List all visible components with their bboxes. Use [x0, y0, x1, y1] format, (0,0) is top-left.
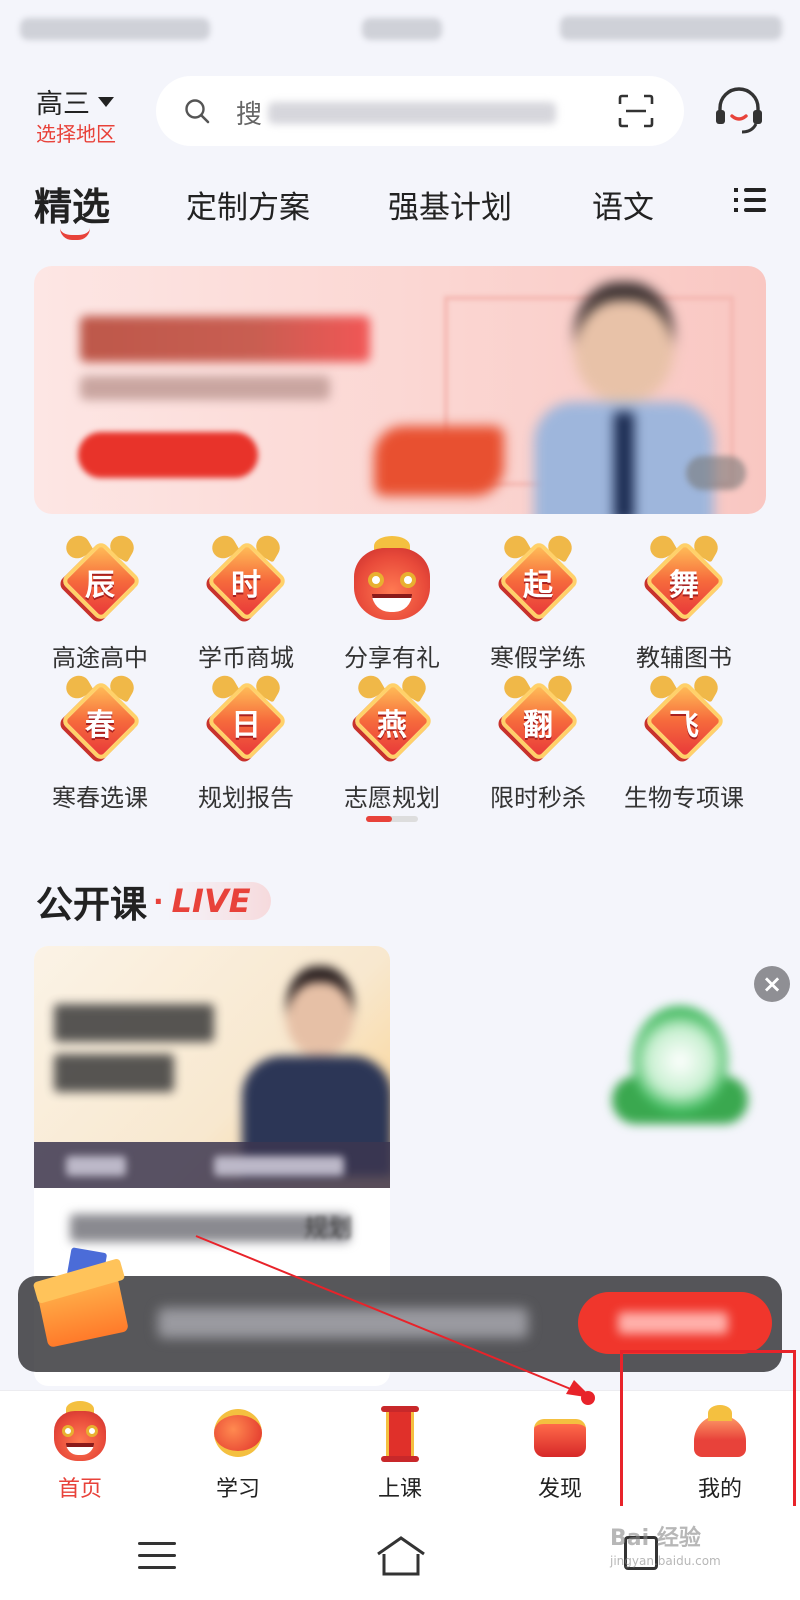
open-class-heading: 公开课 · LIVE — [36, 874, 271, 928]
nav-study[interactable]: 学习 — [178, 1401, 298, 1503]
dragon-diamond-icon: 舞 — [636, 531, 732, 632]
promo-banner[interactable] — [34, 266, 766, 514]
caret-down-icon — [98, 96, 114, 107]
close-float-button[interactable]: × — [754, 966, 790, 1002]
menu-list-icon — [734, 188, 766, 218]
nav-class[interactable]: 上课 — [340, 1401, 460, 1503]
home-icon[interactable] — [374, 1534, 428, 1578]
search-icon — [185, 99, 210, 124]
banner-subtitle-redacted — [80, 376, 330, 400]
course-title-tail: 规划 — [304, 1214, 352, 1242]
scan-icon[interactable] — [618, 94, 654, 128]
annotation-highlight-box — [620, 1350, 796, 1526]
course-thumbnail — [34, 946, 390, 1188]
customer-service-icon[interactable] — [712, 84, 766, 138]
region-selector[interactable]: 选择地区 — [36, 118, 116, 147]
dragon-diamond-icon: 日 — [198, 671, 294, 772]
tab-strong-base[interactable]: 强基计划 — [388, 182, 512, 227]
status-icons — [560, 16, 782, 40]
graduation-cap-image — [374, 426, 504, 496]
recent-apps-icon[interactable] — [138, 1542, 176, 1578]
banner-title-redacted — [80, 316, 370, 362]
nav-discover[interactable]: 发现 — [500, 1401, 620, 1503]
banner-page-indicator — [686, 456, 746, 490]
tab-featured[interactable]: 精选 — [34, 176, 110, 231]
grid-item-gaotu-highschool[interactable]: 辰 高途高中 — [30, 531, 170, 673]
dragon-diamond-icon: 春 — [52, 671, 148, 772]
search-placeholder: 搜 — [236, 94, 557, 131]
dragon-diamond-icon: 起 — [490, 531, 586, 632]
floating-activity-badge[interactable] — [612, 1006, 748, 1136]
grid-item-winter-practice[interactable]: 起 寒假学练 — [468, 531, 608, 673]
drum-icon — [528, 1401, 592, 1465]
grid-item-biology-course[interactable]: 飞 生物专项课 — [614, 671, 754, 813]
lantern-icon — [206, 1401, 270, 1465]
grid-item-books[interactable]: 舞 教辅图书 — [614, 531, 754, 673]
dragon-diamond-icon: 燕 — [344, 671, 440, 772]
promo-action-button[interactable] — [578, 1292, 772, 1354]
grade-selector[interactable]: 高三 — [36, 82, 114, 121]
grid-page-indicator — [366, 816, 418, 822]
more-tabs-button[interactable] — [720, 178, 780, 222]
course-meta-strip — [34, 1142, 390, 1188]
grid-item-coin-mall[interactable]: 时 学币商城 — [176, 531, 316, 673]
carrier-info — [20, 18, 210, 40]
live-badge: LIVE — [167, 882, 271, 920]
grid-item-plan-report[interactable]: 日 规划报告 — [176, 671, 316, 813]
dragon-diamond-icon: 翻 — [490, 671, 586, 772]
banner-cta-button[interactable] — [78, 432, 258, 478]
grid-item-volunteer-plan[interactable]: 燕 志愿规划 — [322, 671, 462, 813]
promo-text-redacted — [158, 1308, 528, 1338]
search-bar[interactable]: 搜 — [156, 76, 684, 146]
scroll-icon — [368, 1401, 432, 1465]
clock — [362, 18, 442, 40]
active-tab-indicator — [60, 228, 90, 240]
dragon-home-icon — [48, 1401, 112, 1465]
gift-box-icon — [28, 1247, 132, 1348]
dragon-diamond-icon: 时 — [198, 531, 294, 632]
dragon-diamond-icon: 辰 — [52, 531, 148, 632]
tab-custom-plan[interactable]: 定制方案 — [186, 182, 310, 227]
grid-item-course-select[interactable]: 春 寒春选课 — [30, 671, 170, 813]
grid-item-share-gift[interactable]: 分享有礼 — [322, 536, 462, 673]
grade-label: 高三 — [36, 89, 90, 120]
tab-chinese[interactable]: 语文 — [592, 182, 654, 227]
grid-item-flash-sale[interactable]: 翻 限时秒杀 — [468, 671, 608, 813]
search-placeholder-redacted — [268, 101, 557, 124]
dragon-head-icon — [344, 536, 440, 632]
nav-home[interactable]: 首页 — [20, 1401, 140, 1503]
status-bar — [0, 0, 800, 56]
dragon-diamond-icon: 飞 — [636, 671, 732, 772]
category-tabs: 精选 定制方案 强基计划 语文 — [0, 174, 800, 244]
watermark: Bai 经验 jingyan.baidu.com — [610, 1526, 721, 1568]
